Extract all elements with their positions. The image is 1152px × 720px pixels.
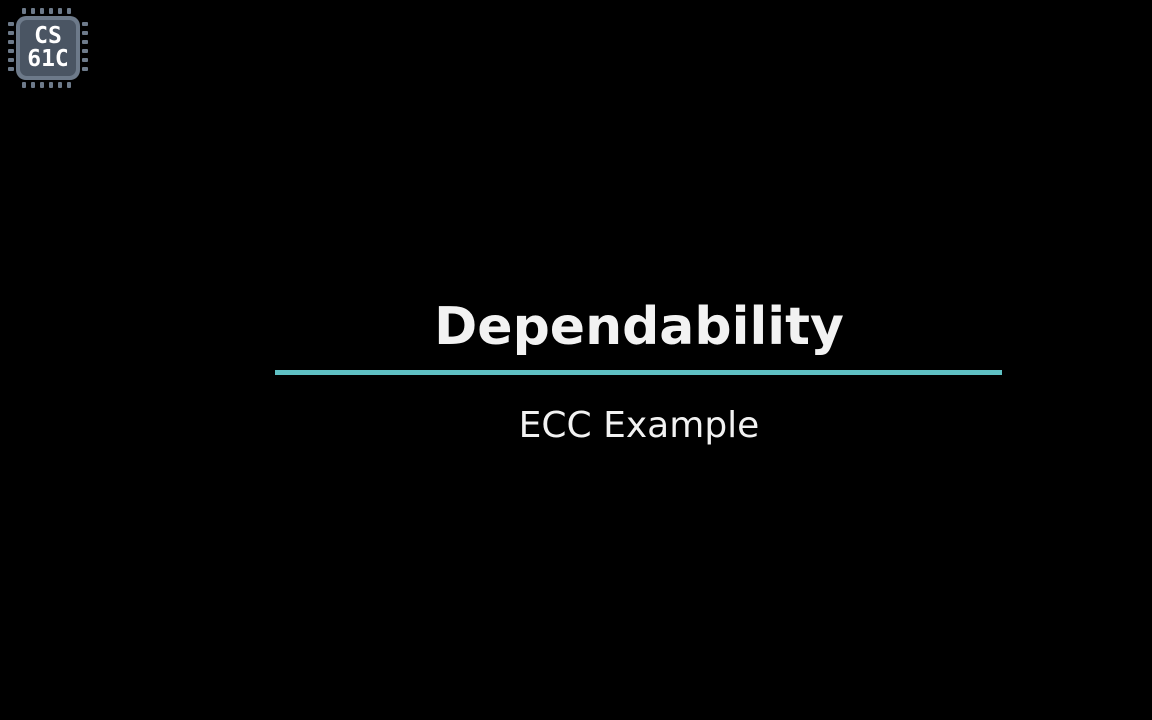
logo-text-line2: 61C	[27, 46, 69, 72]
slide-title: Dependability	[434, 297, 844, 357]
course-logo: CS 61C	[6, 6, 90, 90]
logo-text-line1: CS	[34, 23, 62, 49]
title-divider	[275, 370, 1002, 375]
slide-subtitle: ECC Example	[518, 405, 760, 446]
title-slide: CS 61C Dependability ECC Example	[0, 0, 1152, 720]
